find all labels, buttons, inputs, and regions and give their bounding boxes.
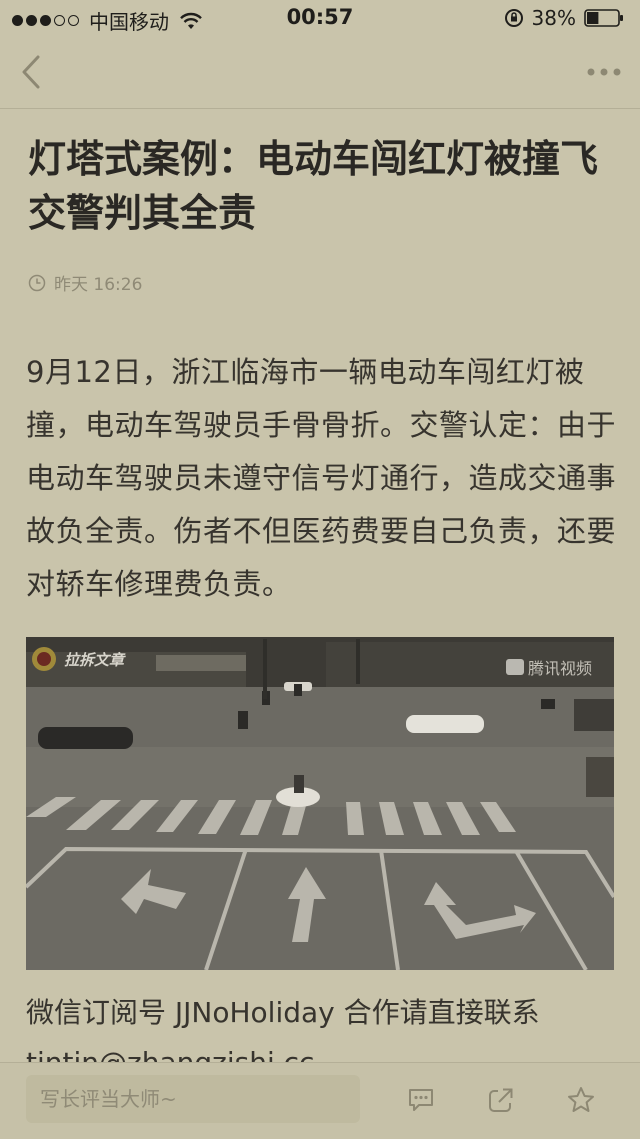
battery-icon xyxy=(584,9,623,27)
status-bar: 中国移动 00:57 38% xyxy=(0,0,640,36)
comments-button[interactable] xyxy=(406,1085,436,1115)
clock-icon xyxy=(28,274,46,291)
back-button[interactable] xyxy=(14,52,48,92)
chevron-left-icon xyxy=(22,55,40,89)
bottom-toolbar: 写长评当大师~ xyxy=(0,1062,640,1139)
photo-caption: 微信订阅号 JJNoHoliday 合作请直接联系 xyxy=(26,996,540,1029)
article-body: 9月12日，浙江临海市一辆电动车闯红灯被撞，电动车驾驶员手骨骨折。交警认定：由于… xyxy=(26,355,617,601)
more-dots-icon xyxy=(587,68,621,76)
comment-input[interactable]: 写长评当大师~ xyxy=(26,1075,360,1123)
article-photo[interactable]: 拉拆文章 腾讯视频 xyxy=(26,637,614,970)
share-button[interactable] xyxy=(486,1085,516,1115)
traffic-scene-image: 拉拆文章 腾讯视频 xyxy=(26,637,614,970)
publish-time: 昨天 16:26 xyxy=(54,275,143,295)
status-right: 38% xyxy=(504,6,624,30)
more-button[interactable] xyxy=(586,60,622,84)
photo-watermark-left: 拉拆文章 xyxy=(64,651,126,669)
share-icon xyxy=(489,1088,513,1112)
star-icon xyxy=(568,1087,594,1112)
rotation-lock-icon xyxy=(504,9,523,27)
article-title: 灯塔式案例：电动车闯红灯被撞飞交警判其全责 xyxy=(28,137,599,235)
nav-bar xyxy=(0,36,640,109)
photo-watermark-right: 腾讯视频 xyxy=(528,659,592,678)
favorite-button[interactable] xyxy=(566,1085,596,1115)
comment-icon xyxy=(409,1089,433,1111)
battery-percent: 38% xyxy=(531,6,576,30)
article-meta: 昨天 16:26 xyxy=(28,270,142,295)
